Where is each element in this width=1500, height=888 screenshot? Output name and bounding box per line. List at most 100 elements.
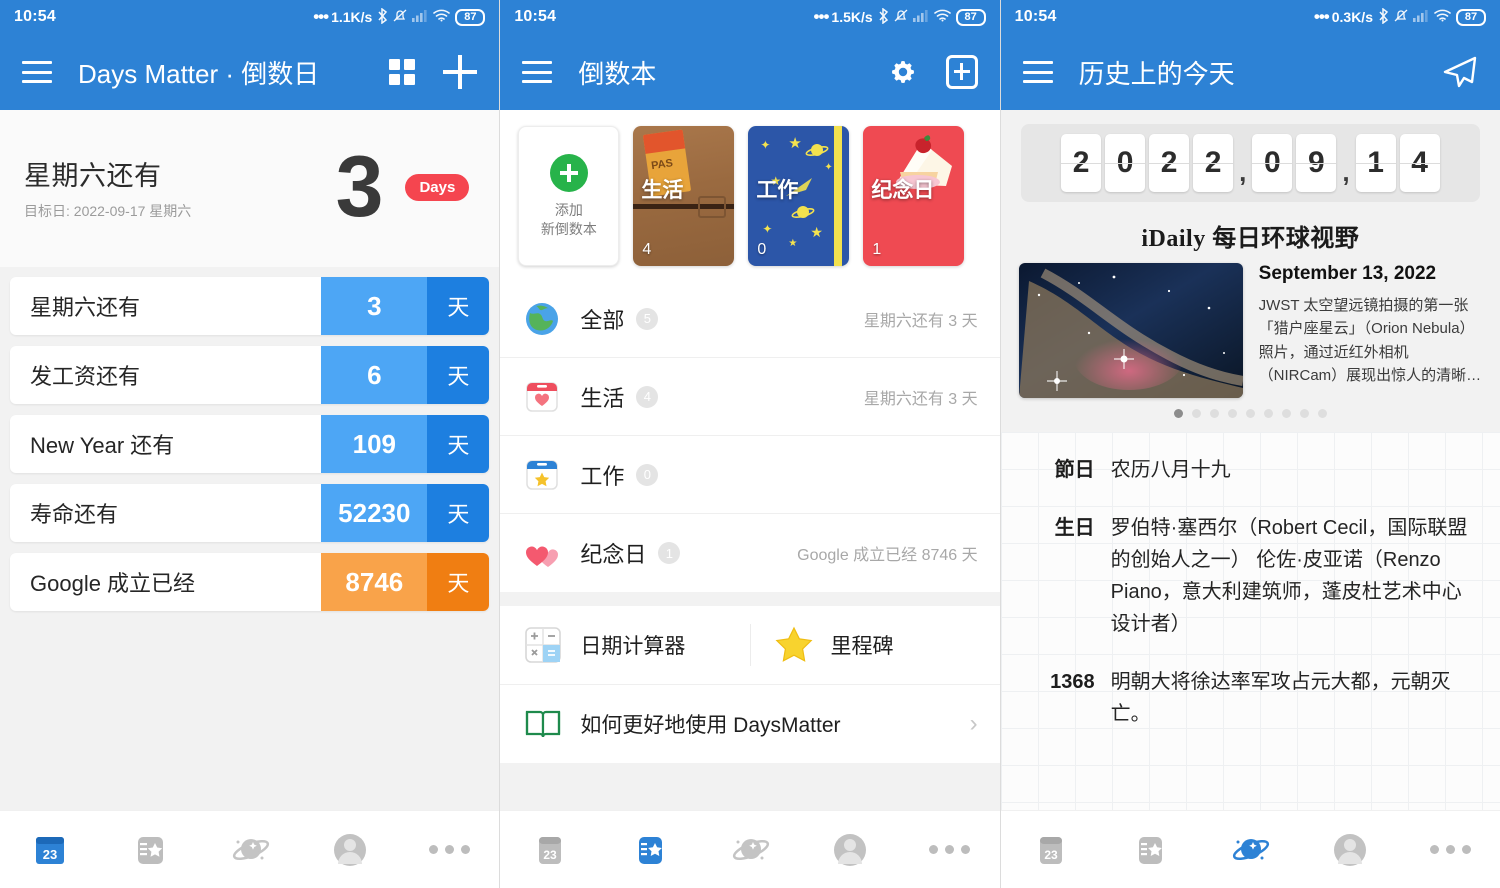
grid-view-icon[interactable] xyxy=(389,59,416,85)
add-label-line2: 新倒数本 xyxy=(540,220,597,237)
tool-milestone[interactable]: 里程碑 xyxy=(749,624,1000,666)
nav-calendar-icon[interactable]: 23 xyxy=(22,825,78,875)
history-list: 節日 农历八月十九 生日 罗伯特·塞西尔（Robert Cecil，国际联盟的创… xyxy=(1001,432,1500,810)
idaily-title: iDaily 每日环球视野 xyxy=(1141,226,1360,252)
nav-calendar-icon[interactable]: 23 xyxy=(522,825,578,875)
bell-muted-icon xyxy=(1394,8,1408,26)
battery-icon: 87 xyxy=(455,8,486,26)
status-time: 10:54 xyxy=(514,8,557,25)
bluetooth-icon xyxy=(377,7,388,27)
book-icon xyxy=(526,710,561,738)
idaily-card[interactable]: September 13, 2022 JWST 太空望远镜拍摄的第一张「猎户座星… xyxy=(1018,263,1482,398)
countdown-value: 8746 xyxy=(321,553,428,611)
hero-day-number: 3 xyxy=(335,138,384,235)
add-notebook-card[interactable]: 添加 新倒数本 xyxy=(518,126,620,266)
flip-digit: 2 xyxy=(1061,134,1102,192)
tool-name: 日期计算器 xyxy=(580,635,686,658)
signal-icon xyxy=(912,9,929,25)
nav-avatar-icon[interactable] xyxy=(822,825,878,875)
calculator-icon xyxy=(525,627,562,663)
category-name: 生活 xyxy=(580,385,625,411)
countdown-row[interactable]: New Year 还有 109 天 xyxy=(10,415,490,473)
page-title: 倒数本 xyxy=(578,58,657,89)
gear-icon[interactable] xyxy=(888,57,918,87)
notebook-count: 0 xyxy=(757,241,767,258)
nav-avatar-icon[interactable] xyxy=(322,825,378,875)
idaily-description: JWST 太空望远镜拍摄的第一张「猎户座星云」（Orion Nebula）照片，… xyxy=(1258,297,1482,384)
category-row-anniversary[interactable]: 纪念日 1 Google 成立已经 8746 天 xyxy=(500,514,999,592)
add-label-line1: 添加 xyxy=(554,201,583,218)
category-row-all[interactable]: 全部 5 星期六还有 3 天 xyxy=(500,280,1000,358)
send-icon[interactable] xyxy=(1442,55,1478,89)
svg-text:23: 23 xyxy=(544,848,558,862)
nav-more-dots-icon[interactable] xyxy=(421,825,477,875)
countdown-row[interactable]: 星期六还有 3 天 xyxy=(10,277,490,335)
carousel-dots[interactable] xyxy=(1019,398,1482,424)
carousel-dot[interactable] xyxy=(1299,409,1309,418)
calendar-heart-icon xyxy=(526,381,559,412)
page-title: 历史上的今天 xyxy=(1078,58,1235,89)
notebook-title: 纪念日 xyxy=(871,179,935,202)
plus-icon[interactable] xyxy=(443,55,478,89)
nav-notebook-star-icon[interactable] xyxy=(622,825,678,875)
flip-digit: 4 xyxy=(1399,134,1440,192)
bottom-nav-panel1: 23 xyxy=(0,810,500,888)
tools-row: 日期计算器 里程碑 xyxy=(500,606,1000,684)
countdown-list: 星期六还有 3 天 发工资还有 6 天 New Year 还有 109 天 寿命… xyxy=(0,267,500,810)
svg-text:23: 23 xyxy=(1044,848,1058,862)
nav-avatar-icon[interactable] xyxy=(1322,825,1378,875)
battery-icon: 87 xyxy=(955,8,986,26)
carousel-dot[interactable] xyxy=(1263,409,1273,418)
category-badge: 5 xyxy=(636,307,659,330)
wifi-icon xyxy=(933,9,951,25)
category-name: 全部 xyxy=(580,307,625,333)
hero-countdown-card[interactable]: 星期六还有 目标日: 2022-09-17 星期六 3 Days xyxy=(0,110,500,267)
category-note: 星期六还有 3 天 xyxy=(863,312,978,330)
hero-days-badge: Days xyxy=(405,174,470,201)
carousel-dot[interactable] xyxy=(1317,409,1327,418)
nav-planet-icon[interactable] xyxy=(1222,825,1278,875)
signal-icon xyxy=(412,9,428,25)
app-bar-panel3: 历史上的今天 xyxy=(1000,34,1500,110)
nav-planet-icon[interactable] xyxy=(722,825,778,875)
hearts-icon xyxy=(526,546,559,567)
carousel-dot[interactable] xyxy=(1173,409,1183,418)
app-bar-panel1: Days Matter · 倒数日 xyxy=(0,34,500,110)
hamburger-icon[interactable] xyxy=(1022,61,1053,83)
notebook-card-life[interactable]: PAS 生活 4 xyxy=(633,126,735,266)
countdown-row[interactable]: 发工资还有 6 天 xyxy=(10,346,490,404)
carousel-dot[interactable] xyxy=(1281,409,1291,418)
guide-row[interactable]: 如何更好地使用 DaysMatter › xyxy=(500,685,1000,763)
calendar-star-icon xyxy=(526,459,559,490)
nav-calendar-icon[interactable]: 23 xyxy=(1023,825,1079,875)
history-text: 明朝大将徐达率军攻占元大都，元朝灭亡。 xyxy=(1110,671,1451,725)
tool-date-calculator[interactable]: 日期计算器 xyxy=(500,624,749,666)
carousel-dot[interactable] xyxy=(1191,409,1201,418)
countdown-row[interactable]: 寿命还有 52230 天 xyxy=(10,484,490,542)
category-row-work[interactable]: 工作 0 xyxy=(500,436,1000,514)
carousel-dot[interactable] xyxy=(1227,409,1237,418)
countdown-unit: 天 xyxy=(427,346,490,404)
flip-digit: 0 xyxy=(1105,134,1146,192)
carousel-dot[interactable] xyxy=(1245,409,1255,418)
carousel-dot[interactable] xyxy=(1209,409,1219,418)
hamburger-icon[interactable] xyxy=(522,61,553,83)
category-note: Google 成立已经 8746 天 xyxy=(797,547,978,564)
bluetooth-icon xyxy=(1378,7,1389,27)
status-bar: 10:54 ••• 1.5K/s 87 xyxy=(500,0,1000,34)
add-box-icon[interactable] xyxy=(945,55,978,89)
nav-notebook-star-icon[interactable] xyxy=(122,825,178,875)
hamburger-icon[interactable] xyxy=(22,61,52,83)
nav-notebook-star-icon[interactable] xyxy=(1122,825,1178,875)
category-row-life[interactable]: 生活 4 星期六还有 3 天 xyxy=(500,358,1000,436)
notebook-card-anniversary[interactable]: 纪念日 1 xyxy=(863,126,965,266)
countdown-row[interactable]: Google 成立已经 8746 天 xyxy=(10,553,490,611)
notebook-card-work[interactable]: ✦ ★ ★ ✦ ★ ★ ✦ 工作 0 xyxy=(748,126,850,266)
nav-more-dots-icon[interactable] xyxy=(922,825,978,875)
flip-date-widget[interactable]: 2 0 2 2 , 0 9 , 1 4 xyxy=(1000,110,1500,214)
dots-icon: ••• xyxy=(1313,7,1330,26)
history-text: 农历八月十九 xyxy=(1110,459,1231,481)
nav-planet-icon[interactable] xyxy=(222,825,278,875)
star-icon xyxy=(775,626,812,662)
nav-more-dots-icon[interactable] xyxy=(1422,825,1478,875)
